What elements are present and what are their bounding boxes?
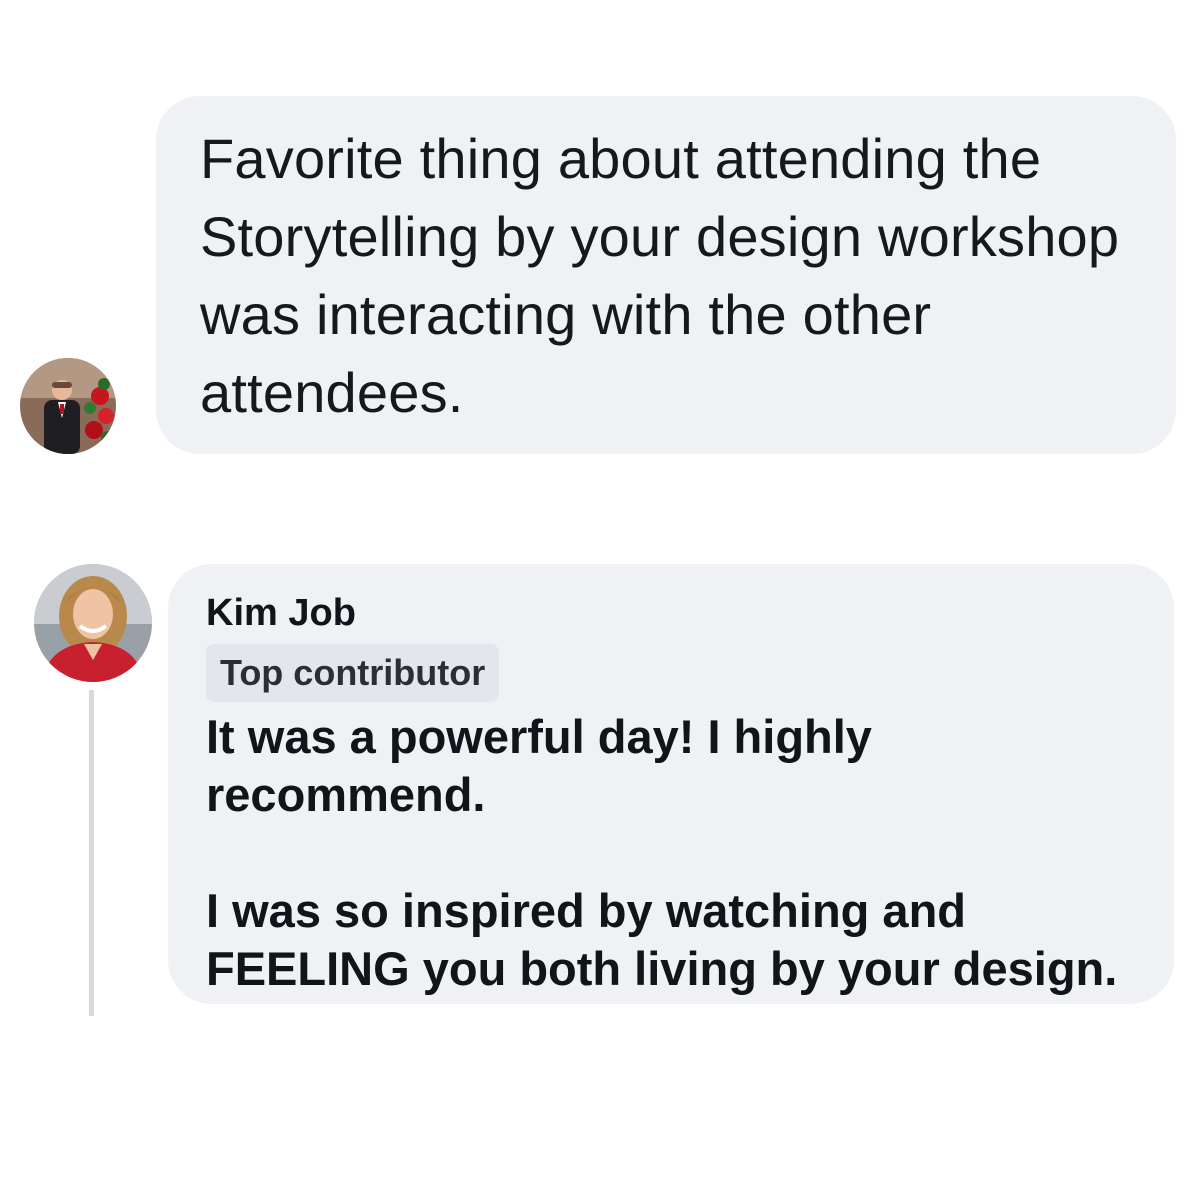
woman-avatar-icon [34,564,152,682]
top-contributor-badge: Top contributor [206,644,500,702]
man-avatar-icon [20,358,116,454]
comment-paragraph-2: I was so inspired by watching and FEELIN… [206,884,1118,995]
comment-author-avatar[interactable] [34,564,152,682]
post-message-bubble[interactable]: Favorite thing about attending the Story… [156,96,1176,454]
post-author-avatar[interactable] [20,358,116,454]
post-message-text: Favorite thing about attending the Story… [200,127,1135,424]
comment-paragraph-1: It was a powerful day! I highly recommen… [206,710,872,821]
conversation-screenshot: Favorite thing about attending the Story… [0,0,1200,1200]
comment-author-name[interactable]: Kim Job [206,590,1144,636]
comment-bubble[interactable]: Kim Job Top contributor It was a powerfu… [168,564,1174,1004]
thread-line [89,690,94,1016]
